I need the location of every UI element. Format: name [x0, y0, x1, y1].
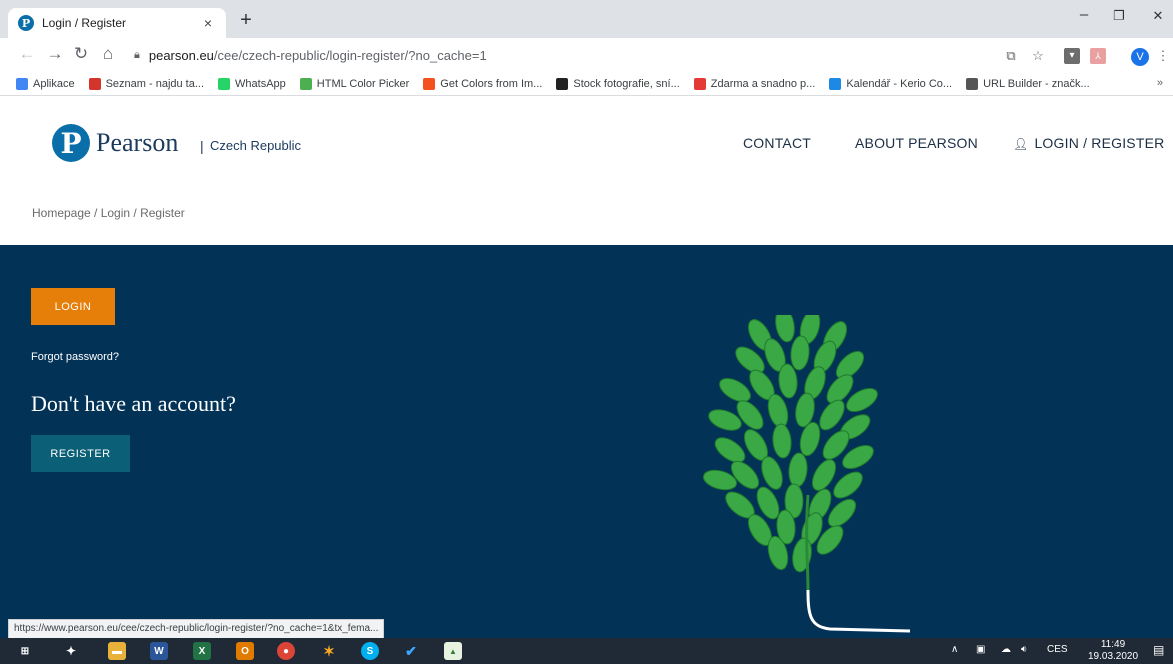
- bookmark-item[interactable]: Aplikace: [16, 77, 75, 90]
- brand-country: Czech Republic: [210, 138, 302, 153]
- tree-leaf: [775, 315, 795, 343]
- login-hero: LOGIN Forgot password? Don't have an acc…: [0, 245, 1173, 638]
- tray-app-icon[interactable]: ▣: [976, 644, 985, 655]
- onedrive-cloud-icon[interactable]: ☁: [1001, 644, 1011, 655]
- bookmark-favicon-icon: [423, 77, 436, 90]
- link-status-bar: https://www.pearson.eu/cee/czech-republi…: [8, 619, 385, 638]
- bookmark-label: Kalendář - Kerio Co...: [846, 77, 953, 90]
- bookmarks-overflow-icon[interactable]: »: [1157, 77, 1163, 89]
- profile-avatar[interactable]: V: [1131, 48, 1149, 66]
- browser-tab-strip: P Login / Register × + – ❐ ✕: [0, 0, 1173, 38]
- bookmark-favicon-icon: [693, 77, 706, 90]
- bookmark-label: URL Builder - značk...: [983, 77, 1090, 90]
- new-tab-button[interactable]: +: [234, 9, 258, 32]
- menu-kebab-icon[interactable]: ⋮: [1155, 48, 1171, 64]
- bookmark-item[interactable]: URL Builder - značk...: [966, 77, 1090, 90]
- forgot-password-link[interactable]: Forgot password?: [31, 351, 119, 363]
- restore-button[interactable]: ❐: [1104, 8, 1134, 24]
- leaf-head-tree-illustration: [702, 315, 911, 633]
- bookmark-item[interactable]: HTML Color Picker: [299, 77, 410, 90]
- brand-separator: |: [200, 138, 204, 154]
- clock-date: 19.03.2020: [1088, 651, 1139, 662]
- forward-arrow-icon[interactable]: →: [44, 44, 66, 64]
- extension-icon[interactable]: ▾: [1064, 48, 1080, 64]
- pearson-logo-icon[interactable]: P: [52, 124, 90, 162]
- url-host: pearson.eu: [148, 47, 214, 63]
- skype-icon[interactable]: S: [361, 642, 379, 660]
- pdf-extension-icon[interactable]: ⅄: [1090, 48, 1106, 64]
- bookmark-favicon-icon: [299, 77, 312, 90]
- minimize-button[interactable]: –: [1069, 6, 1099, 23]
- bookmark-label: HTML Color Picker: [316, 77, 410, 90]
- tree-leaf: [719, 377, 751, 403]
- nav-about-pearson[interactable]: ABOUT PEARSON: [855, 135, 978, 151]
- bookmark-label: WhatsApp: [235, 77, 286, 90]
- input-language[interactable]: CES: [1047, 644, 1068, 655]
- nav-login-label: LOGIN / REGISTER: [1034, 135, 1165, 151]
- task-view-icon[interactable]: ✦: [62, 642, 80, 660]
- bookmark-favicon-icon: [829, 77, 842, 90]
- bookmark-favicon-icon: [966, 77, 979, 90]
- notifications-icon[interactable]: ▤: [1153, 643, 1164, 657]
- bookmark-item[interactable]: WhatsApp: [218, 77, 286, 90]
- register-button[interactable]: REGISTER: [31, 435, 130, 472]
- lock-icon: 🔒︎: [134, 48, 140, 61]
- url-path: /cee/czech-republic/login-register/?no_c…: [213, 47, 487, 63]
- system-clock[interactable]: 11:49 19.03.2020: [1088, 639, 1138, 663]
- file-explorer-icon[interactable]: ▬: [108, 642, 126, 660]
- browser-tab[interactable]: P Login / Register ×: [8, 8, 226, 38]
- bookmark-item[interactable]: Zdarma a snadno p...: [693, 77, 816, 90]
- bookmark-item[interactable]: Seznam - najdu ta...: [88, 77, 205, 90]
- reload-icon[interactable]: ↻: [70, 44, 92, 64]
- nav-login-register[interactable]: 👤︎ LOGIN / REGISTER: [1013, 135, 1164, 151]
- outlook-icon[interactable]: O: [236, 642, 254, 660]
- tree-leaf: [788, 452, 808, 488]
- tree-leaf: [790, 335, 810, 371]
- bookmark-label: Zdarma a snadno p...: [710, 77, 816, 90]
- app-star-icon[interactable]: ✶: [320, 642, 338, 660]
- tray-chevron-icon[interactable]: ∧: [951, 644, 958, 655]
- address-bar[interactable]: 🔒︎ pearson.eu/cee/czech-republic/login-r…: [128, 42, 988, 68]
- bookmark-label: Stock fotografie, sní...: [573, 77, 680, 90]
- volume-icon[interactable]: 🔉︎: [1021, 644, 1027, 655]
- close-window-button[interactable]: ✕: [1143, 8, 1173, 24]
- bookmark-star-icon[interactable]: ☆: [1030, 48, 1046, 64]
- excel-icon[interactable]: X: [193, 642, 211, 660]
- tab-close-icon[interactable]: ×: [200, 15, 216, 31]
- nav-contact[interactable]: CONTACT: [743, 135, 811, 151]
- todo-check-icon[interactable]: ✔: [402, 642, 420, 660]
- bookmark-favicon-icon: [218, 77, 231, 90]
- bookmark-favicon-icon: [88, 77, 101, 90]
- bookmark-favicon-icon: [556, 77, 569, 90]
- tree-leaf: [772, 423, 792, 459]
- windows-start-icon[interactable]: ⊞: [16, 642, 34, 660]
- bookmark-label: Aplikace: [33, 77, 75, 90]
- pearson-favicon-icon: P: [18, 15, 34, 31]
- user-icon: 👤︎: [1013, 137, 1029, 151]
- login-button[interactable]: LOGIN: [31, 288, 115, 325]
- bookmark-item[interactable]: Kalendář - Kerio Co...: [829, 77, 953, 90]
- browser-toolbar: ← → ↻ ⌂ 🔒︎ pearson.eu/cee/czech-republic…: [0, 38, 1173, 72]
- back-arrow-icon[interactable]: ←: [16, 44, 38, 64]
- windows-taskbar: ⊞ ✦ ▬ W X O ● ✶ S ✔ ▲ ∧ ▣ ☁ 🔉︎ CES 11:49…: [0, 638, 1173, 664]
- breadcrumb: Homepage / Login / Register: [32, 206, 185, 220]
- clock-time: 11:49: [1100, 639, 1126, 650]
- site-header: P Pearson | Czech Republic CONTACT ABOUT…: [0, 96, 1173, 186]
- home-icon[interactable]: ⌂: [97, 44, 119, 64]
- bookmark-favicon-icon: [16, 77, 28, 90]
- bookmark-item[interactable]: Get Colors from Im...: [423, 77, 543, 90]
- translate-icon[interactable]: ⧉: [1003, 48, 1019, 64]
- tree-leaf: [714, 437, 746, 463]
- no-account-heading: Don't have an account?: [31, 391, 236, 416]
- breadcrumb-bar: Homepage / Login / Register: [0, 186, 1173, 245]
- tab-title: Login / Register: [42, 16, 127, 30]
- brand-name[interactable]: Pearson: [96, 128, 178, 158]
- bookmarks-bar: Aplikace Seznam - najdu ta... WhatsApp HTML…: [0, 72, 1173, 96]
- bookmark-label: Get Colors from Im...: [440, 77, 543, 90]
- chrome-icon[interactable]: ●: [277, 642, 295, 660]
- bookmark-label: Seznam - najdu ta...: [105, 77, 205, 90]
- bookmark-item[interactable]: Stock fotografie, sní...: [556, 77, 680, 90]
- word-icon[interactable]: W: [150, 642, 168, 660]
- app-icon[interactable]: ▲: [444, 642, 462, 660]
